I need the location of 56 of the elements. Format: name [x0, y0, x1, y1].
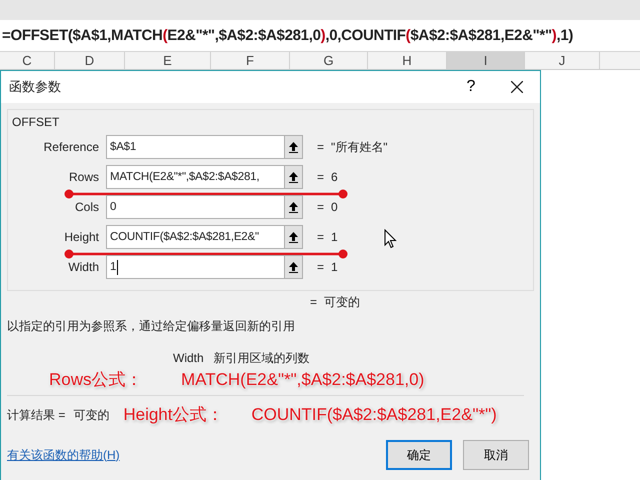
argument-result: "所有姓名" — [331, 138, 388, 156]
column-header[interactable]: F — [211, 52, 290, 69]
column-header[interactable]: I — [447, 52, 525, 69]
column-header[interactable]: J — [525, 52, 600, 69]
argument-label: Width — [67, 260, 99, 274]
argument-input[interactable]: 0 — [106, 195, 285, 219]
mouse-pointer-icon — [384, 229, 397, 249]
equals-sign: = — [317, 260, 326, 274]
argument-description: 新引用区域的列数 — [214, 350, 310, 366]
column-header[interactable]: C — [0, 52, 55, 69]
dialog-title: 函数参数 — [9, 78, 62, 96]
annotation-formula: MATCH(E2&"*",$A$2:$A$281,0) — [181, 369, 424, 391]
argument-input[interactable]: $A$1 — [106, 135, 285, 159]
collapse-dialog-button[interactable] — [285, 195, 303, 219]
column-header[interactable]: E — [125, 52, 211, 69]
argument-name: Width — [173, 351, 204, 365]
collapse-dialog-button[interactable] — [285, 135, 303, 159]
column-header[interactable]: D — [55, 52, 125, 69]
equals-sign: = — [317, 230, 326, 244]
annotation-label: Height公式： — [123, 404, 224, 426]
dialog-button[interactable]: 确定 — [386, 440, 452, 470]
calc-result-value: 可变的 — [73, 406, 110, 424]
dialog-button[interactable]: 取消 — [463, 440, 529, 470]
equals-sign: = — [317, 140, 326, 154]
collapse-dialog-button[interactable] — [285, 165, 303, 189]
function-description: 以指定的引用为参照系，通过给定偏移量返回新的引用 — [7, 318, 296, 335]
upload-arrow-icon — [289, 172, 298, 182]
close-icon — [511, 81, 523, 93]
argument-label: Reference — [42, 140, 99, 154]
argument-result: 1 — [331, 230, 338, 244]
argument-input[interactable]: MATCH(E2&"*",$A$2:$A$281, — [106, 165, 285, 189]
help-link[interactable]: 有关该函数的帮助(H) — [7, 446, 386, 464]
upload-arrow-icon — [289, 202, 298, 212]
argument-label: Height — [63, 230, 99, 244]
argument-label: Rows — [68, 170, 99, 184]
annotation-formula: COUNTIF($A$2:$A$281,E2&"*") — [251, 404, 497, 426]
column-header[interactable]: G — [290, 52, 368, 69]
argument-result: 1 — [331, 260, 338, 274]
argument-label: Cols — [74, 200, 99, 214]
formula-result: 可变的 — [324, 294, 360, 310]
upload-arrow-icon — [289, 262, 298, 272]
calc-result-label: 计算结果 = — [7, 406, 66, 424]
equals-sign: = — [317, 200, 326, 214]
upload-arrow-icon — [289, 232, 298, 242]
argument-result: 6 — [331, 170, 338, 184]
upload-arrow-icon — [289, 142, 298, 152]
argument-input[interactable]: 1 — [106, 255, 285, 279]
argument-input[interactable]: COUNTIF($A$2:$A$281,E2&" — [106, 225, 285, 249]
function-name: OFFSET — [12, 114, 60, 130]
annotation-label: Rows公式： — [49, 369, 144, 391]
collapse-dialog-button[interactable] — [285, 225, 303, 249]
collapse-dialog-button[interactable] — [285, 255, 303, 279]
equals-sign: = — [310, 295, 318, 309]
equals-sign: = — [317, 170, 326, 184]
help-button[interactable]: ? — [448, 71, 494, 103]
argument-result: 0 — [331, 200, 338, 214]
